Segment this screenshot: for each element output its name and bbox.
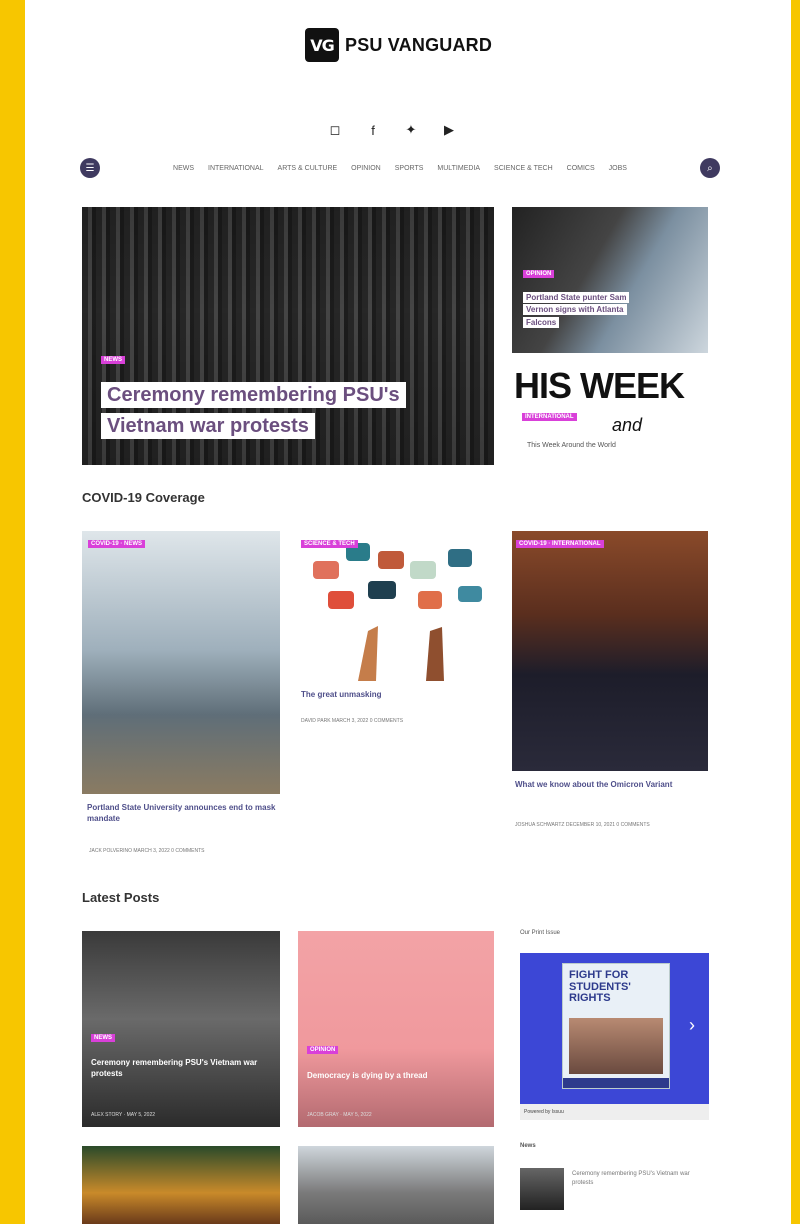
nav-item-news[interactable]: NEWS [173,165,194,172]
page: VG PSU VANGUARD ◻ f ✦ ▶ ☰ NEWS INTERNATI… [25,0,791,1224]
nav-item-science-tech[interactable]: SCIENCE & TECH [494,165,553,172]
nav-items: NEWS INTERNATIONAL ARTS & CULTURE OPINIO… [173,165,627,172]
nav-item-multimedia[interactable]: MULTIMEDIA [437,165,480,172]
latest-card-image-4[interactable] [298,1146,494,1224]
side-story-title-line2: Vernon signs with Atlanta [523,304,627,316]
logo-mark: VG [305,28,339,62]
hero-title-line1: Ceremony remembering PSU's [101,382,406,408]
nav-item-jobs[interactable]: JOBS [609,165,627,172]
masks-illustration [313,543,482,681]
hero-title-line2: Vietnam war protests [101,413,315,439]
covid-card-tag-3[interactable]: COVID-19 · INTERNATIONAL [516,540,604,548]
covid-heading: COVID-19 Coverage [82,490,205,505]
print-issue-photo [569,1018,663,1074]
covid-card-image-2[interactable] [298,531,494,681]
latest-card-meta-1: ALEX STORY · MAY 5, 2022 [91,1112,156,1118]
chevron-right-icon[interactable]: › [689,1015,695,1036]
latest-card-image-2[interactable] [298,931,494,1127]
facebook-icon[interactable]: f [363,120,383,140]
latest-card-image-3[interactable] [82,1146,280,1224]
side-story-image[interactable] [512,207,708,353]
covid-card-title-2[interactable]: The great unmasking [301,689,491,700]
side-story-title-line1: Portland State punter Sam [523,292,630,303]
print-issue-toolbar[interactable]: Powered by Issuu [520,1104,709,1120]
latest-posts-heading: Latest Posts [82,890,160,905]
nav-item-opinion[interactable]: OPINION [351,165,381,172]
this-week-graphic-sub: and [612,415,643,435]
nav-item-sports[interactable]: SPORTS [395,165,424,172]
this-week-story[interactable]: HIS WEEK and INTERNATIONAL This Week Aro… [512,365,708,467]
main-nav: ☰ NEWS INTERNATIONAL ARTS & CULTURE OPIN… [80,154,720,182]
print-issue-headline: FIGHT FOR STUDENTS' RIGHTS [569,969,631,1005]
news-widget-label: News [520,1143,536,1149]
news-widget-thumbnail[interactable] [520,1168,564,1210]
search-icon[interactable]: ⌕ [699,158,720,178]
nav-item-comics[interactable]: COMICS [567,165,595,172]
this-week-graphic-text: HIS WEEK [514,365,685,406]
latest-card-image-1[interactable] [82,931,280,1127]
covid-card-title-3[interactable]: What we know about the Omicron Variant [515,779,705,790]
hero-tag[interactable]: NEWS [101,356,125,364]
print-issue-footer-bar [563,1078,669,1088]
side-story-title[interactable]: Portland State punter Sam Vernon signs w… [523,292,693,329]
covid-card-image-3[interactable] [512,531,708,771]
news-widget-item[interactable]: Ceremony remembering PSU's Vietnam war p… [572,1170,706,1187]
twitter-icon[interactable]: ✦ [401,120,421,140]
latest-card-meta-2: JACOB GRAY · MAY 5, 2022 [307,1112,372,1118]
hero-title[interactable]: Ceremony remembering PSU's Vietnam war p… [101,380,471,442]
this-week-tag[interactable]: INTERNATIONAL [522,413,577,421]
covid-card-title-1[interactable]: Portland State University announces end … [87,802,277,824]
side-story-title-line3: Falcons [523,316,560,328]
covid-card-image-1[interactable] [82,531,280,794]
latest-card-tag-1[interactable]: NEWS [91,1034,115,1042]
latest-card-title-2[interactable]: Democracy is dying by a thread [307,1071,487,1082]
site-name: PSU VANGUARD [345,34,493,55]
covid-card-tag-2[interactable]: SCIENCE & TECH [301,540,358,548]
site-logo[interactable]: VG PSU VANGUARD [305,28,492,62]
youtube-icon[interactable]: ▶ [439,120,459,140]
print-issue-cover[interactable]: FIGHT FOR STUDENTS' RIGHTS [562,963,670,1089]
print-issue-label: Our Print Issue [520,930,561,936]
nav-item-international[interactable]: INTERNATIONAL [208,165,264,172]
covid-card-meta-3: JOSHUA SCHWARTZ DECEMBER 10, 2021 0 COMM… [515,822,650,828]
latest-card-title-1[interactable]: Ceremony remembering PSU's Vietnam war p… [91,1058,271,1080]
covid-card-meta-1: JACK POLVERINO MARCH 3, 2022 0 COMMENTS [89,848,205,854]
latest-card-tag-2[interactable]: OPINION [307,1046,339,1054]
nav-item-arts-culture[interactable]: ARTS & CULTURE [278,165,338,172]
menu-icon[interactable]: ☰ [80,158,100,178]
social-links: ◻ f ✦ ▶ [325,120,459,140]
side-story-tag[interactable]: OPINION [523,270,555,278]
covid-card-meta-2: DAVID PARK MARCH 3, 2022 0 COMMENTS [301,718,404,724]
this-week-title[interactable]: This Week Around the World [524,441,619,450]
covid-card-tag-1[interactable]: COVID-19 · NEWS [88,540,146,548]
instagram-icon[interactable]: ◻ [325,120,345,140]
